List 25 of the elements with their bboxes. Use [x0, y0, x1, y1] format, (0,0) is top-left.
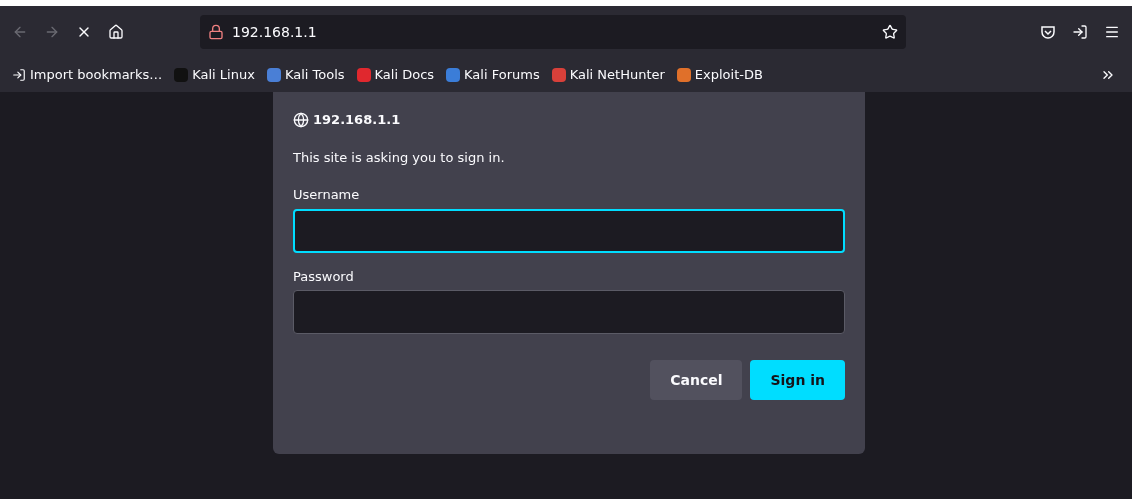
lock-icon [208, 24, 224, 40]
bookmark-item[interactable]: Kali Docs [356, 65, 435, 85]
field-label: Password [293, 267, 355, 286]
address-bar[interactable]: 192.168.1.1 [200, 15, 906, 49]
forward-icon[interactable] [44, 24, 60, 40]
menu-icon[interactable] [1104, 24, 1120, 40]
cancel-button[interactable]: Cancel [650, 360, 743, 400]
bookmark-item[interactable]: Kali Forums [446, 65, 540, 85]
back-icon[interactable] [12, 24, 28, 40]
bookmark-item[interactable]: Import bookmarks… [12, 65, 163, 85]
bookmark-item[interactable]: Kali NetHunter [551, 65, 665, 85]
field-label: Username [293, 186, 361, 204]
home-icon[interactable] [108, 24, 124, 40]
sign-in-message: This site is asking you to sign in. [293, 148, 506, 167]
globe-icon [293, 111, 309, 128]
pocket-icon[interactable] [1040, 24, 1056, 40]
text-field[interactable] [293, 290, 845, 334]
bookmark-item[interactable]: Kali Tools [266, 65, 345, 85]
bookmark-star-icon[interactable] [882, 24, 898, 40]
url-text: 192.168.1.1 [232, 22, 318, 42]
sign-in-button[interactable]: Sign in [750, 360, 845, 400]
bookmark-item[interactable]: Exploit-DB [676, 65, 763, 85]
site-address: 192.168.1.1 [313, 111, 401, 129]
import-icon [12, 68, 26, 82]
bookmark-item[interactable]: Kali Linux [174, 65, 255, 85]
